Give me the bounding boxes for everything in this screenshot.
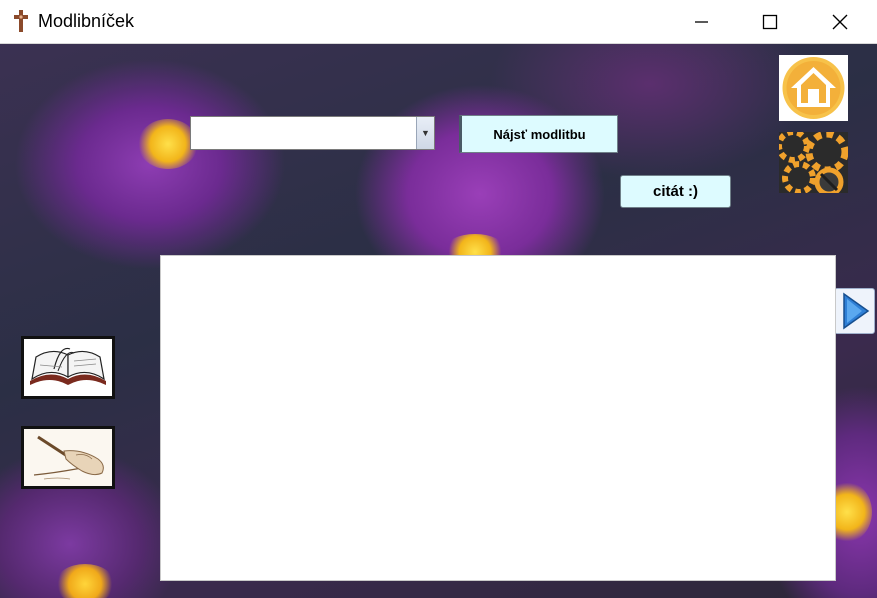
close-button[interactable] <box>817 0 863 43</box>
open-book-icon <box>24 339 112 396</box>
prayer-book-button[interactable] <box>21 336 115 399</box>
close-icon <box>832 14 848 29</box>
prayer-text-area[interactable] <box>160 255 836 581</box>
quote-button[interactable]: citát :) <box>620 175 731 208</box>
gear-icon <box>779 132 848 193</box>
home-button[interactable] <box>779 55 848 121</box>
next-button[interactable] <box>834 288 875 334</box>
minimize-button[interactable] <box>678 0 724 43</box>
write-prayer-button[interactable] <box>21 426 115 489</box>
writing-hand-icon <box>24 429 112 486</box>
home-icon <box>782 57 845 119</box>
next-arrow-icon <box>842 292 869 330</box>
title-bar: Modlibníček <box>0 0 877 44</box>
main-content: ▼ Nájsť modlitbu citát :) <box>0 44 877 598</box>
maximize-button[interactable] <box>747 0 793 43</box>
window-title: Modlibníček <box>38 11 135 31</box>
prayer-select[interactable]: ▼ <box>190 116 435 150</box>
maximize-icon <box>762 14 778 29</box>
flower-decoration <box>138 119 198 169</box>
find-prayer-button[interactable]: Nájsť modlitbu <box>459 115 618 153</box>
settings-button[interactable] <box>779 132 848 193</box>
chevron-down-icon[interactable]: ▼ <box>416 117 434 149</box>
flower-decoration <box>55 564 115 598</box>
minimize-icon <box>695 20 708 23</box>
cross-icon <box>14 10 28 32</box>
